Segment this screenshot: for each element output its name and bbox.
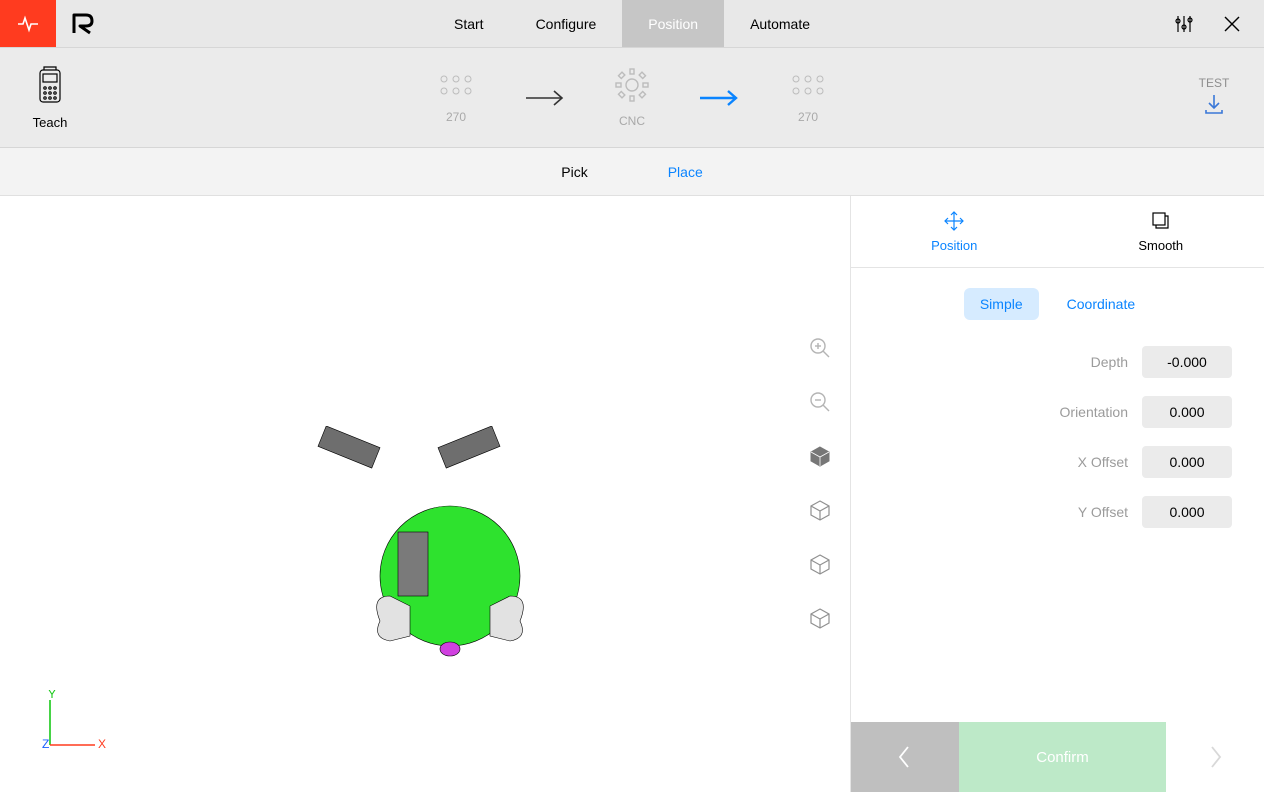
chevron-left-icon <box>896 743 914 771</box>
cube-outline-icon-1[interactable] <box>808 498 832 522</box>
input-depth[interactable]: -0.000 <box>1142 346 1232 378</box>
station-270-in[interactable]: 270 <box>436 71 476 124</box>
station-cnc[interactable]: CNC <box>614 67 650 128</box>
cube-solid-icon[interactable] <box>808 444 832 468</box>
nav-tab-configure[interactable]: Configure <box>510 0 623 47</box>
input-yoffset[interactable]: 0.000 <box>1142 496 1232 528</box>
station-270-out[interactable]: 270 <box>788 71 828 124</box>
input-xoffset[interactable]: 0.000 <box>1142 446 1232 478</box>
label-depth: Depth <box>1091 354 1128 370</box>
nav-tab-start[interactable]: Start <box>428 0 510 47</box>
scene-render <box>310 426 570 686</box>
chevron-right-icon <box>1206 743 1224 771</box>
prev-button[interactable] <box>851 722 959 792</box>
pulse-icon <box>17 13 39 35</box>
settings-sliders-icon[interactable] <box>1174 14 1194 34</box>
station-label: 270 <box>788 110 828 124</box>
teach-button[interactable]: Teach <box>0 66 100 130</box>
svg-text:Y: Y <box>48 690 56 701</box>
next-button[interactable] <box>1166 722 1264 792</box>
test-label: TEST <box>1164 76 1264 90</box>
move-arrows-icon <box>943 210 965 232</box>
panel-tab-label: Position <box>931 238 977 253</box>
tab-pick[interactable]: Pick <box>561 164 587 180</box>
arrow-right-active-icon <box>696 88 742 108</box>
panel-tab-label: Smooth <box>1138 238 1183 253</box>
zoom-in-icon[interactable] <box>808 336 832 360</box>
test-button[interactable]: TEST <box>1164 76 1264 119</box>
brand-logo <box>56 0 112 47</box>
label-xoffset: X Offset <box>1078 454 1128 470</box>
pallet-dots-icon <box>436 71 476 99</box>
pallet-dots-icon <box>788 71 828 99</box>
nav-tab-automate[interactable]: Automate <box>724 0 836 47</box>
label-yoffset: Y Offset <box>1078 504 1128 520</box>
cube-outline-icon-3[interactable] <box>808 606 832 630</box>
teach-label: Teach <box>0 115 100 130</box>
station-label: CNC <box>614 114 650 128</box>
tab-place[interactable]: Place <box>668 164 703 180</box>
input-orientation[interactable]: 0.000 <box>1142 396 1232 428</box>
confirm-button[interactable]: Confirm <box>959 722 1166 792</box>
square-shadow-icon <box>1150 210 1172 232</box>
cube-outline-icon-2[interactable] <box>808 552 832 576</box>
panel-tab-position[interactable]: Position <box>851 196 1058 267</box>
download-icon <box>1202 92 1226 116</box>
station-label: 270 <box>436 110 476 124</box>
zoom-out-icon[interactable] <box>808 390 832 414</box>
panel-tab-smooth[interactable]: Smooth <box>1058 196 1264 267</box>
teach-pendant-icon <box>34 66 66 106</box>
gear-icon <box>614 67 650 103</box>
label-orientation: Orientation <box>1060 404 1128 420</box>
mode-simple[interactable]: Simple <box>964 288 1039 320</box>
mode-coordinate[interactable]: Coordinate <box>1051 288 1152 320</box>
close-icon[interactable] <box>1222 14 1242 34</box>
svg-text:X: X <box>98 737 106 751</box>
nav-tab-position[interactable]: Position <box>622 0 724 47</box>
viewport-3d[interactable]: Y X Z <box>0 196 850 792</box>
logo-box[interactable] <box>0 0 56 47</box>
svg-text:Z: Z <box>42 737 49 751</box>
arrow-right-icon <box>522 88 568 108</box>
axis-triad: Y X Z <box>40 690 110 760</box>
